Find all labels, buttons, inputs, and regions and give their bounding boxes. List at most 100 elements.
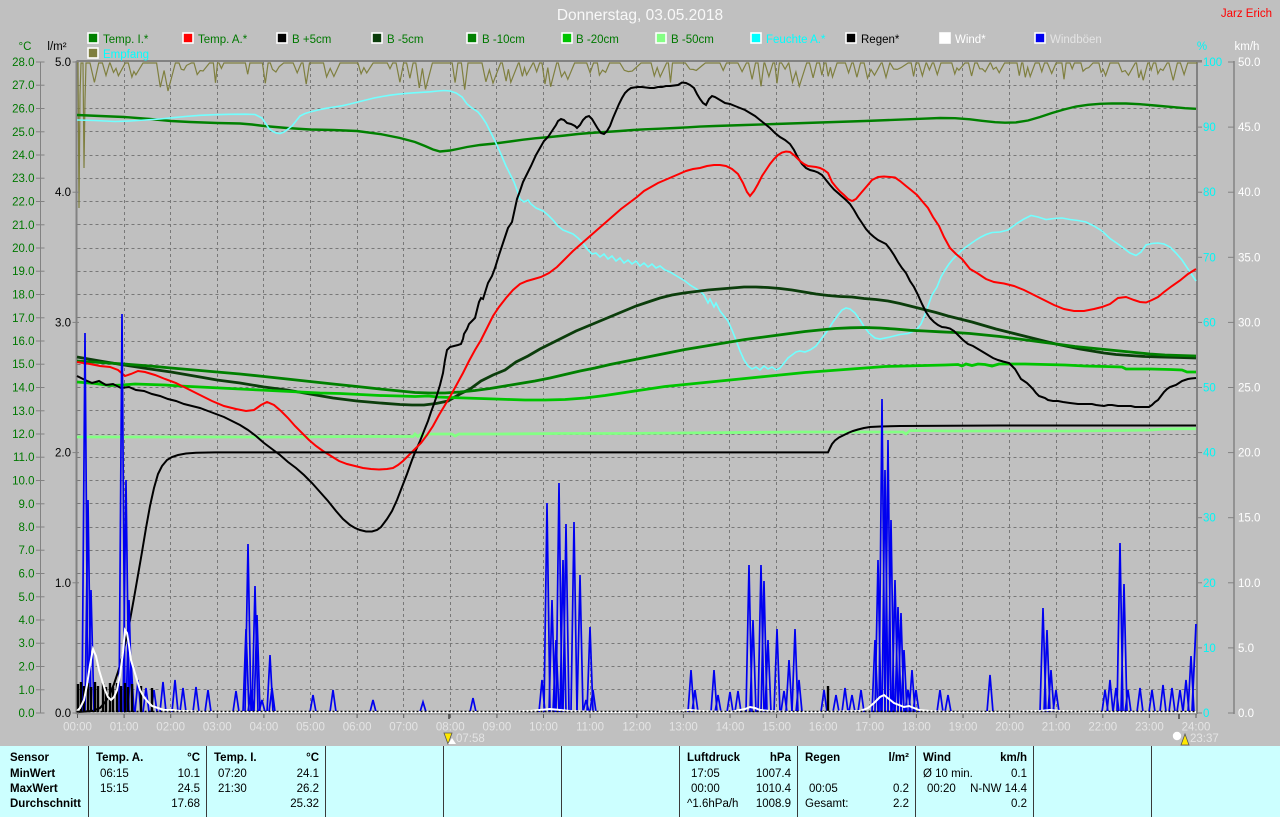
svg-text:25.0: 25.0 xyxy=(1238,383,1260,395)
svg-text:km/h: km/h xyxy=(1235,41,1260,53)
svg-text:l/m²: l/m² xyxy=(47,41,66,53)
svg-text:24.0: 24.0 xyxy=(12,150,34,162)
svg-text:70: 70 xyxy=(1203,252,1216,264)
svg-text:%: % xyxy=(1197,41,1207,53)
svg-text:14.0: 14.0 xyxy=(12,383,34,395)
svg-text:3.0: 3.0 xyxy=(19,638,35,650)
svg-text:04:00: 04:00 xyxy=(250,722,279,734)
svg-text:13:00: 13:00 xyxy=(669,722,698,734)
svg-text:07:58: 07:58 xyxy=(456,733,485,745)
svg-text:Temp. I.*: Temp. I.* xyxy=(103,34,149,46)
svg-text:18:00: 18:00 xyxy=(902,722,931,734)
svg-text:25.0: 25.0 xyxy=(12,127,34,139)
svg-text:Empfang: Empfang xyxy=(103,49,149,61)
svg-text:01:00: 01:00 xyxy=(110,722,139,734)
svg-text:19.0: 19.0 xyxy=(12,266,34,278)
svg-text:23:37: 23:37 xyxy=(1190,733,1219,745)
svg-text:23:00: 23:00 xyxy=(1135,722,1164,734)
svg-text:16:00: 16:00 xyxy=(809,722,838,734)
svg-text:40.0: 40.0 xyxy=(1238,187,1260,199)
svg-text:Temp. A.*: Temp. A.* xyxy=(198,34,248,46)
svg-text:09:00: 09:00 xyxy=(483,722,512,734)
svg-text:27.0: 27.0 xyxy=(12,80,34,92)
svg-text:21.0: 21.0 xyxy=(12,220,34,232)
svg-text:21:00: 21:00 xyxy=(1042,722,1071,734)
svg-text:°C: °C xyxy=(19,41,32,53)
svg-text:13.0: 13.0 xyxy=(12,406,34,418)
svg-text:2.0: 2.0 xyxy=(55,448,71,460)
svg-text:12:00: 12:00 xyxy=(622,722,651,734)
svg-text:22.0: 22.0 xyxy=(12,197,34,209)
svg-text:90: 90 xyxy=(1203,122,1216,134)
svg-text:Wind*: Wind* xyxy=(955,34,986,46)
svg-text:45.0: 45.0 xyxy=(1238,122,1260,134)
svg-text:15:00: 15:00 xyxy=(762,722,791,734)
svg-text:17.0: 17.0 xyxy=(12,313,34,325)
svg-text:4.0: 4.0 xyxy=(19,615,35,627)
svg-text:19:00: 19:00 xyxy=(949,722,978,734)
svg-text:50: 50 xyxy=(1203,383,1216,395)
svg-text:10.0: 10.0 xyxy=(1238,578,1260,590)
svg-text:B -5cm: B -5cm xyxy=(387,34,423,46)
svg-text:60: 60 xyxy=(1203,317,1216,329)
svg-text:Feuchte A.*: Feuchte A.* xyxy=(766,34,826,46)
svg-text:Jarz Erich: Jarz Erich xyxy=(1221,8,1272,20)
svg-text:B -10cm: B -10cm xyxy=(482,34,525,46)
svg-text:8.0: 8.0 xyxy=(19,522,35,534)
svg-text:00:00: 00:00 xyxy=(63,722,92,734)
svg-text:11:00: 11:00 xyxy=(576,722,604,734)
svg-text:9.0: 9.0 xyxy=(19,499,35,511)
svg-text:18.0: 18.0 xyxy=(12,290,34,302)
svg-text:80: 80 xyxy=(1203,187,1216,199)
svg-text:10: 10 xyxy=(1203,643,1216,655)
svg-text:14:00: 14:00 xyxy=(716,722,745,734)
svg-text:B -20cm: B -20cm xyxy=(576,34,619,46)
svg-text:05:00: 05:00 xyxy=(296,722,325,734)
svg-text:4.0: 4.0 xyxy=(55,187,71,199)
svg-text:30.0: 30.0 xyxy=(1238,317,1260,329)
svg-text:20.0: 20.0 xyxy=(12,243,34,255)
svg-text:20: 20 xyxy=(1203,578,1216,590)
svg-text:Windböen: Windböen xyxy=(1050,34,1102,46)
svg-text:B -50cm: B -50cm xyxy=(671,34,714,46)
svg-text:03:00: 03:00 xyxy=(203,722,232,734)
svg-text:0.0: 0.0 xyxy=(1238,708,1254,720)
svg-text:07:00: 07:00 xyxy=(389,722,418,734)
svg-text:17:00: 17:00 xyxy=(855,722,884,734)
svg-text:26.0: 26.0 xyxy=(12,104,34,116)
svg-text:12.0: 12.0 xyxy=(12,429,34,441)
svg-text:30: 30 xyxy=(1203,513,1216,525)
svg-text:02:00: 02:00 xyxy=(156,722,185,734)
svg-text:24:00: 24:00 xyxy=(1182,722,1211,734)
svg-text:08:00: 08:00 xyxy=(436,722,465,734)
svg-text:20.0: 20.0 xyxy=(1238,448,1260,460)
svg-text:22:00: 22:00 xyxy=(1088,722,1117,734)
svg-text:5.0: 5.0 xyxy=(1238,643,1254,655)
svg-text:11.0: 11.0 xyxy=(13,452,35,464)
svg-text:5.0: 5.0 xyxy=(19,592,35,604)
svg-text:1.0: 1.0 xyxy=(55,578,71,590)
svg-text:6.0: 6.0 xyxy=(19,569,35,581)
svg-text:0.0: 0.0 xyxy=(55,708,71,720)
svg-text:Regen*: Regen* xyxy=(861,34,900,46)
svg-text:50.0: 50.0 xyxy=(1238,57,1260,69)
svg-text:1.0: 1.0 xyxy=(19,685,35,697)
svg-text:2.0: 2.0 xyxy=(19,662,35,674)
svg-text:15.0: 15.0 xyxy=(12,359,34,371)
svg-text:35.0: 35.0 xyxy=(1238,252,1260,264)
svg-text:7.0: 7.0 xyxy=(19,545,35,557)
svg-text:100: 100 xyxy=(1203,57,1222,69)
svg-text:0.0: 0.0 xyxy=(19,708,35,720)
svg-text:Donnerstag, 03.05.2018: Donnerstag, 03.05.2018 xyxy=(557,7,723,24)
svg-text:16.0: 16.0 xyxy=(12,336,34,348)
svg-text:10.0: 10.0 xyxy=(12,476,34,488)
svg-text:B +5cm: B +5cm xyxy=(292,34,331,46)
svg-text:20:00: 20:00 xyxy=(995,722,1024,734)
svg-text:06:00: 06:00 xyxy=(343,722,372,734)
svg-text:3.0: 3.0 xyxy=(55,317,71,329)
svg-text:23.0: 23.0 xyxy=(12,173,34,185)
svg-text:10:00: 10:00 xyxy=(529,722,558,734)
svg-text:40: 40 xyxy=(1203,448,1216,460)
svg-text:5.0: 5.0 xyxy=(55,57,71,69)
svg-text:28.0: 28.0 xyxy=(12,57,34,69)
